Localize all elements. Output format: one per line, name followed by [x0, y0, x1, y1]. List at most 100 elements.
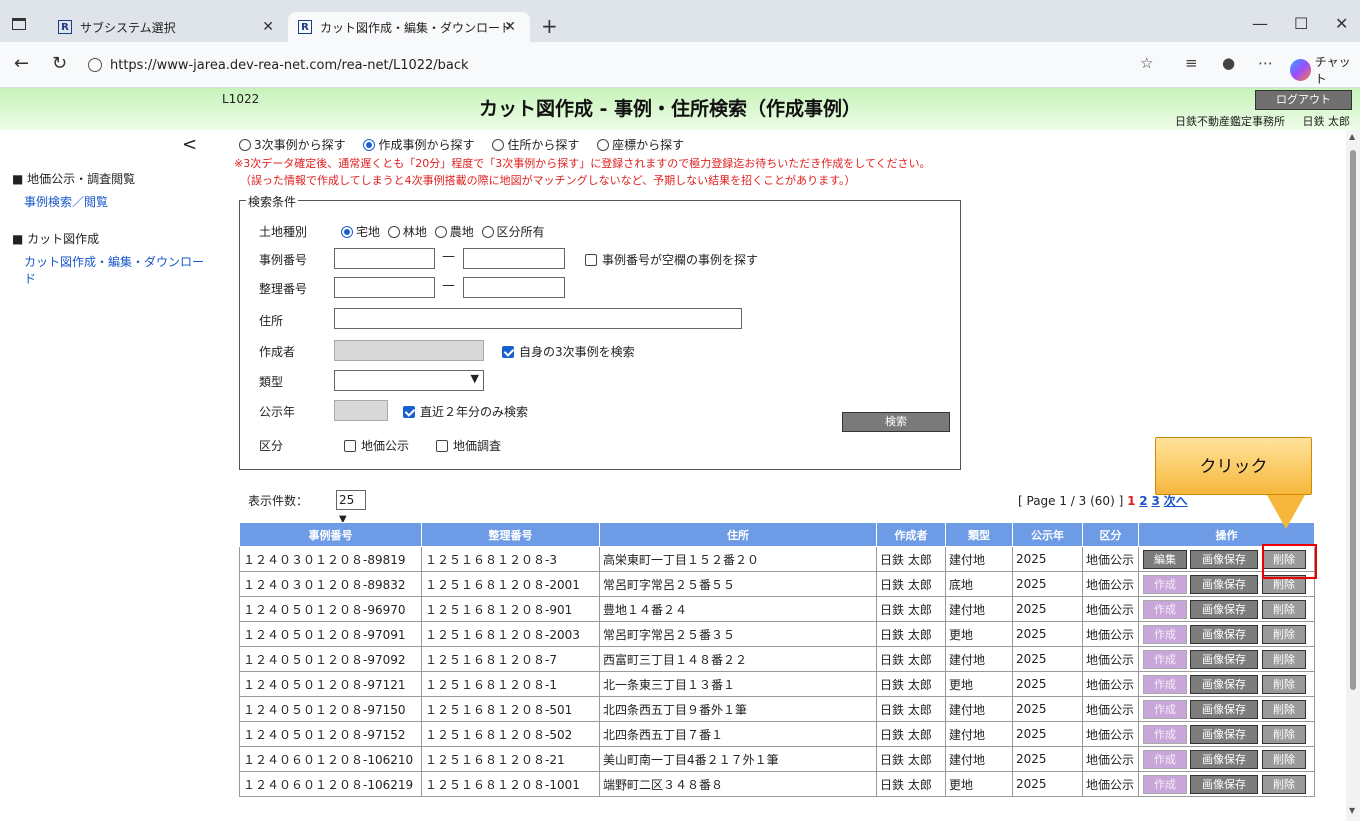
- scroll-up-icon[interactable]: ▲: [1349, 132, 1355, 141]
- save-image-button[interactable]: 画像保存: [1190, 774, 1258, 794]
- save-image-button[interactable]: 画像保存: [1190, 724, 1258, 744]
- profile-icon[interactable]: ●: [1222, 54, 1235, 72]
- page-link-2[interactable]: 2: [1139, 494, 1147, 508]
- per-page-select[interactable]: 25 ▼: [336, 490, 366, 525]
- create-button[interactable]: 作成: [1143, 674, 1187, 694]
- land-type-forest[interactable]: 林地: [387, 225, 427, 239]
- radio-icon: [434, 226, 447, 238]
- save-image-button[interactable]: 画像保存: [1190, 649, 1258, 669]
- cell-address: 北四条西五丁目９番外１筆: [599, 696, 877, 722]
- delete-button[interactable]: 削除: [1262, 624, 1306, 644]
- site-favicon-icon: R: [298, 20, 312, 34]
- case-empty-option[interactable]: 事例番号が空欄の事例を探す: [585, 251, 758, 268]
- mode-coordinates[interactable]: 座標から探す: [597, 138, 684, 152]
- cell-year: 2025: [1012, 771, 1083, 797]
- delete-button[interactable]: 削除: [1262, 699, 1306, 719]
- delete-button[interactable]: 削除: [1262, 749, 1306, 769]
- cell-case-no: １２４０３０１２０８-89819: [239, 546, 422, 572]
- close-tab-icon[interactable]: ✕: [262, 19, 274, 35]
- back-icon[interactable]: ←: [14, 53, 29, 74]
- division-survey-option[interactable]: 地価調査: [436, 437, 501, 454]
- create-button[interactable]: 作成: [1143, 724, 1187, 744]
- cell-creator: 日鉄 太郎: [876, 646, 946, 672]
- radio-selected-icon: [363, 139, 376, 151]
- create-button[interactable]: 作成: [1143, 649, 1187, 669]
- save-image-button[interactable]: 画像保存: [1190, 699, 1258, 719]
- case-no-field-1[interactable]: [334, 248, 435, 269]
- logout-button[interactable]: ログアウト: [1255, 90, 1352, 110]
- cell-case-no: １２４０６０１２０８-106219: [239, 771, 422, 797]
- delete-button[interactable]: 削除: [1262, 649, 1306, 669]
- delete-button[interactable]: 削除: [1262, 724, 1306, 744]
- create-button[interactable]: 作成: [1143, 624, 1187, 644]
- create-button[interactable]: 作成: [1143, 749, 1187, 769]
- save-image-button[interactable]: 画像保存: [1190, 749, 1258, 769]
- page-link-next[interactable]: 次へ: [1164, 494, 1188, 508]
- create-button[interactable]: 作成: [1143, 774, 1187, 794]
- save-image-button[interactable]: 画像保存: [1190, 599, 1258, 619]
- scroll-thumb[interactable]: [1350, 150, 1356, 690]
- cell-creator: 日鉄 太郎: [876, 596, 946, 622]
- case-no-field-2[interactable]: [463, 248, 565, 269]
- favorites-list-icon[interactable]: ≡: [1185, 54, 1198, 72]
- refresh-icon[interactable]: ↻: [52, 53, 67, 74]
- cell-type: 更地: [945, 621, 1013, 647]
- ref-no-label: 整理番号: [259, 282, 308, 296]
- ref-no-field-1[interactable]: [334, 277, 435, 298]
- edit-button[interactable]: 編集: [1143, 549, 1187, 569]
- cell-actions: 作成 画像保存 削除: [1138, 621, 1315, 647]
- delete-button[interactable]: 削除: [1262, 674, 1306, 694]
- minimize-icon[interactable]: —: [1252, 14, 1268, 33]
- radio-icon: [239, 139, 251, 151]
- cell-actions: 作成 画像保存 削除: [1138, 771, 1315, 797]
- close-window-icon[interactable]: ✕: [1335, 14, 1348, 33]
- search-button[interactable]: 検索: [842, 412, 950, 432]
- create-button[interactable]: 作成: [1143, 574, 1187, 594]
- new-tab-icon[interactable]: +: [541, 14, 558, 38]
- cell-address: 常呂町字常呂２５番３５: [599, 621, 877, 647]
- cell-address: 北四条西五丁目７番１: [599, 721, 877, 747]
- create-button[interactable]: 作成: [1143, 599, 1187, 619]
- division-public-option[interactable]: 地価公示: [344, 437, 409, 454]
- site-info-icon[interactable]: [88, 58, 102, 72]
- land-type-farm[interactable]: 農地: [434, 225, 474, 239]
- save-image-button[interactable]: 画像保存: [1190, 624, 1258, 644]
- create-button[interactable]: 作成: [1143, 699, 1187, 719]
- page-link-3[interactable]: 3: [1151, 494, 1159, 508]
- ref-no-field-2[interactable]: [463, 277, 565, 298]
- col-type: 類型: [945, 522, 1013, 547]
- year-recent-option[interactable]: 直近２年分のみ検索: [403, 403, 528, 420]
- save-image-button[interactable]: 画像保存: [1190, 549, 1258, 569]
- save-image-button[interactable]: 画像保存: [1190, 674, 1258, 694]
- window-menu-icon[interactable]: [12, 18, 26, 30]
- favorite-star-icon[interactable]: ☆: [1140, 54, 1153, 72]
- cell-division: 地価公示: [1082, 596, 1139, 622]
- page-title: カット図作成 - 事例・住所検索（作成事例）: [478, 98, 862, 120]
- mode-created-cases[interactable]: 作成事例から探す: [363, 138, 474, 152]
- land-type-residential[interactable]: 宅地: [341, 225, 380, 239]
- cell-creator: 日鉄 太郎: [876, 546, 946, 572]
- type-select[interactable]: ▼: [334, 370, 484, 391]
- scroll-down-icon[interactable]: ▼: [1349, 806, 1355, 815]
- mode-tertiary-cases[interactable]: 3次事例から探す: [239, 138, 346, 152]
- more-menu-icon[interactable]: ⋯: [1258, 54, 1273, 72]
- callout-arrow: [1267, 495, 1305, 529]
- delete-button[interactable]: 削除: [1262, 774, 1306, 794]
- url-field[interactable]: https://www-jarea.dev-rea-net.com/rea-ne…: [88, 51, 1128, 79]
- address-field[interactable]: [334, 308, 742, 329]
- browser-tab-subsystem[interactable]: R サブシステム選択 ✕: [48, 12, 288, 42]
- delete-button[interactable]: 削除: [1262, 599, 1306, 619]
- page-scrollbar[interactable]: ▲ ▼: [1346, 130, 1360, 821]
- cell-actions: 作成 画像保存 削除: [1138, 746, 1315, 772]
- browser-tab-cutmap[interactable]: R カット図作成・編集・ダウンロード ✕: [288, 12, 530, 42]
- land-type-condo[interactable]: 区分所有: [481, 225, 545, 239]
- cell-division: 地価公示: [1082, 771, 1139, 797]
- save-image-button[interactable]: 画像保存: [1190, 574, 1258, 594]
- cell-creator: 日鉄 太郎: [876, 696, 946, 722]
- maximize-icon[interactable]: ☐: [1294, 14, 1308, 33]
- mode-address[interactable]: 住所から探す: [492, 138, 579, 152]
- cell-creator: 日鉄 太郎: [876, 771, 946, 797]
- creator-self-option[interactable]: 自身の3次事例を検索: [502, 343, 635, 360]
- copilot-chat-button[interactable]: チャット: [1290, 53, 1360, 87]
- close-tab-icon[interactable]: ✕: [504, 19, 516, 35]
